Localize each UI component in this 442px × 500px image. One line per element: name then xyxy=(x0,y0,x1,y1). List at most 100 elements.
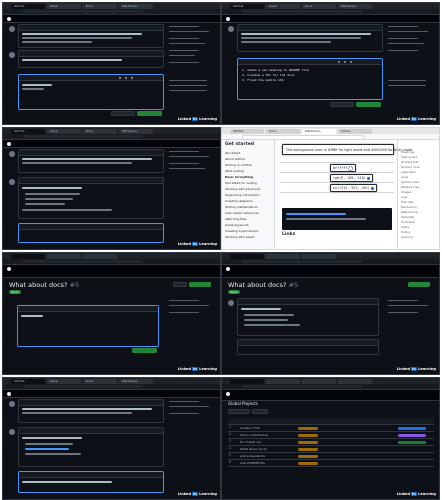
comment-editor[interactable] xyxy=(17,305,159,347)
comment-button[interactable] xyxy=(356,102,381,107)
github-header xyxy=(3,15,220,23)
comment-editor[interactable] xyxy=(18,74,164,110)
avatar xyxy=(9,26,15,32)
linkedin-learning-watermark: Linked in Learning xyxy=(396,367,436,371)
nav-item[interactable]: Attaching files xyxy=(225,217,246,221)
toc-item[interactable]: Headings xyxy=(401,150,414,154)
nav-item[interactable]: Quickstart for writing xyxy=(225,181,257,185)
toc-item[interactable]: Relative links xyxy=(401,185,420,189)
on-this-page: Headings Styling text Quoting text Quoti… xyxy=(397,140,439,249)
panel-issue-rendered-list: GitHub Issue Docs Markdown Linked in Lea… xyxy=(2,127,221,250)
toc-item[interactable]: Footnotes xyxy=(401,220,415,224)
comment-editor[interactable] xyxy=(18,471,164,493)
panel-github-docs: GitHub Docs Markdown Colors Get started … xyxy=(221,127,440,250)
github-logo-icon[interactable] xyxy=(7,16,11,21)
status-badge: Open xyxy=(9,290,22,294)
comment-editor[interactable]: 1. Added a new heading to README file 2.… xyxy=(237,58,383,100)
links-heading: Links xyxy=(282,232,296,237)
comment xyxy=(237,24,383,52)
nav-item[interactable]: Writing mathematical xyxy=(225,205,257,209)
view-tab[interactable] xyxy=(228,409,250,414)
close-issue-button[interactable] xyxy=(111,111,135,116)
new-issue-button[interactable] xyxy=(408,282,430,287)
avatar xyxy=(9,401,15,407)
issue-sidebar xyxy=(388,24,436,124)
toc-item[interactable]: Lists xyxy=(401,195,407,199)
color-swatch-icon xyxy=(366,176,370,180)
project-title: Global Projects xyxy=(228,401,258,406)
toc-item[interactable]: Links xyxy=(401,175,408,179)
toc-item[interactable]: Referencing xyxy=(401,210,418,214)
toc-item[interactable]: Task lists xyxy=(401,200,414,204)
toc-item[interactable]: Hiding xyxy=(401,230,410,234)
issue-sidebar xyxy=(388,298,436,374)
view-tab[interactable] xyxy=(252,409,268,414)
comment-editor[interactable] xyxy=(18,223,164,243)
dark-example-box xyxy=(282,208,392,230)
github-logo-icon[interactable] xyxy=(7,391,11,396)
avatar xyxy=(228,300,234,306)
nav-item[interactable]: Creating diagrams xyxy=(225,199,253,203)
comment xyxy=(237,298,379,336)
github-logo-icon[interactable] xyxy=(226,16,230,21)
comment-editor[interactable] xyxy=(237,339,379,355)
nav-item[interactable]: Start writing xyxy=(225,169,244,173)
nav-item[interactable]: Using keywords xyxy=(225,223,249,227)
close-issue-button[interactable] xyxy=(330,102,354,107)
color-code-pill: rgb(9, 105, 218) xyxy=(330,174,373,182)
list-item: 1. Added a new heading to README file xyxy=(242,68,309,72)
github-logo-icon[interactable] xyxy=(226,266,230,271)
comment-button[interactable] xyxy=(137,111,162,116)
toc-item[interactable]: Ignoring xyxy=(401,235,413,239)
toc-item[interactable]: Quoting code xyxy=(401,165,420,169)
toc-item[interactable]: Quoting text xyxy=(401,160,419,164)
new-issue-button[interactable] xyxy=(189,282,211,287)
nav-item[interactable]: Auto-linked references xyxy=(225,211,259,215)
issue-title: What about docs? #5 xyxy=(9,281,80,289)
toc-item[interactable]: Images xyxy=(401,190,411,194)
comment-button[interactable] xyxy=(132,348,157,353)
toc-item[interactable]: Styling text xyxy=(401,155,417,159)
comment xyxy=(18,149,164,173)
toc-item[interactable]: Supported xyxy=(401,170,416,174)
avatar xyxy=(228,26,234,32)
linkedin-learning-watermark: Linked in Learning xyxy=(177,367,217,371)
edit-button[interactable] xyxy=(173,282,187,287)
table-row[interactable]: 6 Add LICENSE file xyxy=(228,460,434,467)
table-row[interactable]: 2 Add a contributing xyxy=(228,432,434,439)
comment xyxy=(18,24,164,48)
toc-item[interactable]: Uploaded xyxy=(401,215,414,219)
comment xyxy=(18,399,164,423)
status-badge: Open xyxy=(228,290,241,294)
issue-sidebar xyxy=(169,298,217,374)
table-row[interactable]: 3 Fix mobile css xyxy=(228,439,434,446)
comment xyxy=(18,427,164,467)
issue-sidebar xyxy=(169,24,217,124)
nav-item[interactable]: Creating a permanent xyxy=(225,229,258,233)
toc-item[interactable]: Mentioning xyxy=(401,205,417,209)
conversation xyxy=(9,24,164,124)
table-row[interactable]: 4 What about docs? xyxy=(228,446,434,453)
comment xyxy=(18,50,164,68)
table-row[interactable]: 1 Create a TOC xyxy=(228,425,434,432)
nav-item[interactable]: Organizing information xyxy=(225,193,260,197)
color-code-pill: #ffffff xyxy=(330,164,357,172)
toc-item[interactable]: Alerts xyxy=(401,225,409,229)
github-logo-icon[interactable] xyxy=(226,391,230,396)
github-header xyxy=(222,390,439,401)
nav-item[interactable]: Working with saved xyxy=(225,235,254,239)
github-header xyxy=(3,390,220,398)
github-logo-icon[interactable] xyxy=(7,266,11,271)
panel-issue-what-about-docs-comment: What about docs? #5 Open Linked in Learni… xyxy=(221,252,440,375)
linkedin-learning-watermark: Linked in Learning xyxy=(396,117,436,121)
nav-item[interactable]: Working with advanced xyxy=(225,187,260,191)
nav-item[interactable]: Quickstart xyxy=(225,151,240,155)
nav-item[interactable]: Writing on GitHub xyxy=(225,163,252,167)
toc-item[interactable]: Section links xyxy=(401,180,419,184)
conversation xyxy=(9,149,164,249)
nav-item[interactable]: About GitHub xyxy=(225,157,245,161)
conversation xyxy=(9,399,164,499)
github-logo-icon[interactable] xyxy=(7,141,11,146)
table-row[interactable]: 5 Add screenshots xyxy=(228,453,434,460)
nav-item[interactable]: Basic formatting xyxy=(225,175,253,179)
